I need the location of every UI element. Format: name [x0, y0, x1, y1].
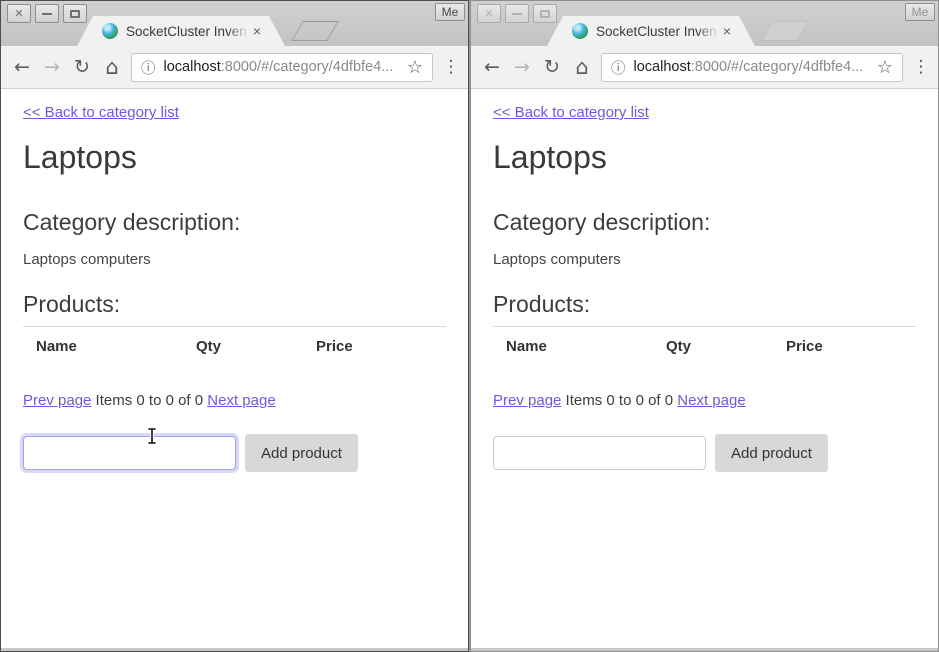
minimize-icon[interactable]	[35, 4, 59, 23]
pagination-status: Items 0 to 0 of 0	[91, 392, 207, 409]
info-icon[interactable]: ⓘ	[141, 57, 156, 78]
url-host: localhost	[634, 59, 691, 75]
back-icon[interactable]: ←	[477, 56, 507, 78]
products-table-header: Name Qty Price	[493, 338, 916, 355]
column-header-name: Name	[23, 338, 183, 355]
info-icon[interactable]: ⓘ	[611, 57, 626, 78]
category-description-heading: Category description:	[23, 209, 446, 236]
titlebar: ✕ Me SocketCluster Inven ×	[1, 1, 468, 46]
profile-button[interactable]: Me	[435, 3, 465, 21]
category-description-text: Laptops computers	[23, 251, 446, 268]
home-icon[interactable]: ⌂	[567, 55, 597, 79]
reload-icon[interactable]: ↻	[67, 56, 97, 78]
tab-title: SocketCluster Inven	[596, 24, 719, 39]
new-product-input[interactable]	[493, 436, 706, 470]
home-icon[interactable]: ⌂	[97, 55, 127, 79]
column-header-qty: Qty	[653, 338, 773, 355]
browser-window-left: ✕ Me SocketCluster Inven × ← → ↻ ⌂ ⓘ loc…	[0, 0, 469, 652]
url-text[interactable]: localhost:8000/#/category/4dfbfe4...	[164, 59, 401, 75]
add-product-row: Add product	[493, 434, 916, 472]
menu-dots-icon[interactable]: ⋮	[910, 57, 932, 77]
titlebar: ✕ Me SocketCluster Inven ×	[471, 1, 938, 46]
profile-button[interactable]: Me	[905, 3, 935, 21]
url-text[interactable]: localhost:8000/#/category/4dfbfe4...	[634, 59, 871, 75]
pagination: Prev page Items 0 to 0 of 0 Next page	[23, 392, 446, 409]
new-product-input[interactable]	[23, 436, 236, 470]
page-title: Laptops	[23, 139, 446, 176]
column-header-qty: Qty	[183, 338, 303, 355]
browser-window-right: ✕ Me SocketCluster Inven × ← → ↻ ⌂ ⓘ loc…	[470, 0, 939, 652]
pagination-status: Items 0 to 0 of 0	[561, 392, 677, 409]
add-product-button[interactable]: Add product	[245, 434, 358, 472]
products-heading: Products:	[23, 291, 446, 318]
page-content: << Back to category list Laptops Categor…	[471, 89, 938, 648]
close-icon[interactable]: ✕	[7, 4, 31, 23]
page-title: Laptops	[493, 139, 916, 176]
next-page-link[interactable]: Next page	[207, 392, 275, 409]
new-tab-button[interactable]	[761, 21, 809, 41]
category-description-heading: Category description:	[493, 209, 916, 236]
minimize-icon[interactable]	[505, 4, 529, 23]
column-header-name: Name	[493, 338, 653, 355]
tab-socketcluster[interactable]: SocketCluster Inven ×	[547, 16, 755, 46]
add-product-row: Add product	[23, 434, 446, 472]
forward-icon: →	[37, 56, 67, 78]
category-description-text: Laptops computers	[493, 251, 916, 268]
add-product-button[interactable]: Add product	[715, 434, 828, 472]
window-controls: ✕	[477, 4, 557, 23]
column-header-price: Price	[303, 338, 446, 355]
forward-icon: →	[507, 56, 537, 78]
tab-close-icon[interactable]: ×	[253, 24, 261, 38]
tab-title: SocketCluster Inven	[126, 24, 249, 39]
url-bar[interactable]: ⓘ localhost:8000/#/category/4dfbfe4... ☆	[131, 53, 433, 82]
maximize-icon[interactable]	[533, 4, 557, 23]
url-bar[interactable]: ⓘ localhost:8000/#/category/4dfbfe4... ☆	[601, 53, 903, 82]
back-to-category-link[interactable]: << Back to category list	[493, 104, 649, 121]
prev-page-link[interactable]: Prev page	[493, 392, 561, 409]
prev-page-link[interactable]: Prev page	[23, 392, 91, 409]
close-icon[interactable]: ✕	[477, 4, 501, 23]
back-icon[interactable]: ←	[7, 56, 37, 78]
window-controls: ✕	[7, 4, 87, 23]
browser-toolbar: ← → ↻ ⌂ ⓘ localhost:8000/#/category/4dfb…	[471, 46, 938, 89]
page-content: << Back to category list Laptops Categor…	[1, 89, 468, 648]
menu-dots-icon[interactable]: ⋮	[440, 57, 462, 77]
new-tab-button[interactable]	[291, 21, 339, 41]
next-page-link[interactable]: Next page	[677, 392, 745, 409]
products-table-header: Name Qty Price	[23, 338, 446, 355]
url-path: :8000/#/category/4dfbfe4...	[691, 59, 864, 75]
products-divider	[23, 326, 446, 327]
url-path: :8000/#/category/4dfbfe4...	[221, 59, 394, 75]
tab-socketcluster[interactable]: SocketCluster Inven ×	[77, 16, 285, 46]
pagination: Prev page Items 0 to 0 of 0 Next page	[493, 392, 916, 409]
favicon-icon	[572, 23, 588, 39]
products-divider	[493, 326, 916, 327]
url-host: localhost	[164, 59, 221, 75]
tab-close-icon[interactable]: ×	[723, 24, 731, 38]
browser-toolbar: ← → ↻ ⌂ ⓘ localhost:8000/#/category/4dfb…	[1, 46, 468, 89]
bookmark-star-icon[interactable]: ☆	[407, 57, 423, 78]
favicon-icon	[102, 23, 118, 39]
column-header-price: Price	[773, 338, 916, 355]
reload-icon[interactable]: ↻	[537, 56, 567, 78]
maximize-icon[interactable]	[63, 4, 87, 23]
bookmark-star-icon[interactable]: ☆	[877, 57, 893, 78]
products-heading: Products:	[493, 291, 916, 318]
back-to-category-link[interactable]: << Back to category list	[23, 104, 179, 121]
